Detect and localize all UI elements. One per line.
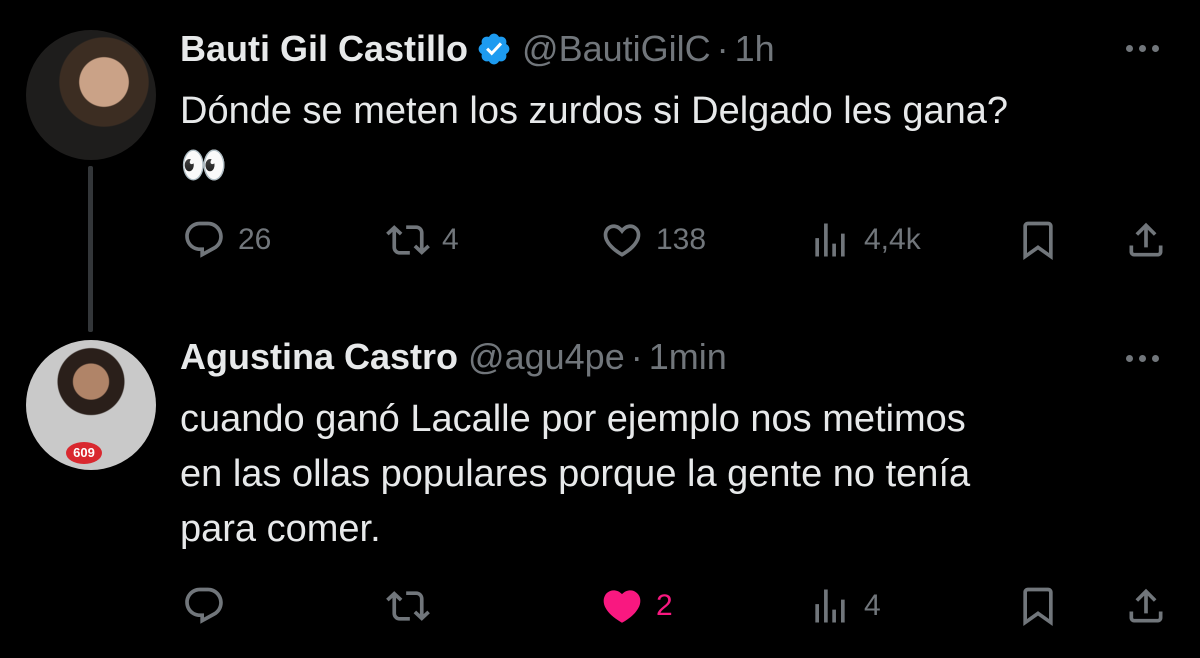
bookmark-button[interactable] [1016,218,1060,262]
share-icon [1129,222,1163,257]
share-button[interactable] [1124,584,1168,628]
author-handle[interactable]: @BautiGilC [522,28,711,70]
share-icon [1129,588,1163,623]
author-name[interactable]: Bauti Gil Castillo [180,28,468,70]
tweet-header: Agustina Castro @agu4pe · 1min [180,336,727,378]
views-button[interactable]: 4,4k [808,218,921,262]
avatar[interactable]: 609 [26,340,156,470]
like-button[interactable]: 2 [600,584,673,628]
heart-icon [603,590,641,623]
bookmark-icon [1023,587,1053,627]
like-count: 138 [656,223,707,256]
tweet-header: Bauti Gil Castillo @BautiGilC · 1h [180,28,775,70]
views-count: 4 [864,589,881,622]
tweet-text-line: 👀 [180,145,228,187]
avatar-badge: 609 [66,442,102,464]
tweet-text-line: cuando ganó Lacalle por ejemplo nos meti… [180,398,966,440]
views-button[interactable]: 4 [808,584,881,628]
views-icon [815,589,845,623]
retweet-icon [386,591,430,621]
author-name[interactable]: Agustina Castro [180,336,458,378]
tweet-time[interactable]: 1h [735,28,775,70]
author-handle[interactable]: @agu4pe [468,336,625,378]
tweet-text: Dónde se meten los zurdos si Delgado les… [180,84,1160,194]
retweet-icon [386,225,430,255]
bookmark-icon [1023,221,1053,261]
reply-icon [185,221,223,258]
tweet-text-line: para comer. [180,508,381,550]
retweet-button[interactable] [386,584,442,628]
bookmark-button[interactable] [1016,584,1060,628]
heart-icon [603,224,641,257]
more-icon[interactable] [1126,38,1170,58]
tweet-text-line: Dónde se meten los zurdos si Delgado les… [180,90,1009,132]
retweet-count: 4 [442,223,459,256]
reply-count: 26 [238,223,272,256]
tweet[interactable]: Bauti Gil Castillo @BautiGilC · 1h Dónde… [0,0,1200,332]
share-button[interactable] [1124,218,1168,262]
avatar[interactable] [26,30,156,160]
separator-dot: · [630,336,643,377]
tweet-text-line: en las ollas populares porque la gente n… [180,453,971,495]
like-button[interactable]: 138 [600,218,706,262]
tweet-actions: 26 4 138 4,4k [0,218,1200,268]
tweet-text: cuando ganó Lacalle por ejemplo nos meti… [180,392,1160,557]
like-count: 2 [656,589,673,622]
tweet[interactable]: 609 Agustina Castro @agu4pe · 1min cuand… [0,330,1200,658]
reply-button[interactable]: 26 [182,218,271,262]
separator-dot: · [716,28,729,69]
retweet-button[interactable]: 4 [386,218,459,262]
reply-icon [185,587,223,624]
views-count: 4,4k [864,223,921,256]
more-icon[interactable] [1126,348,1170,368]
reply-button[interactable] [182,584,238,628]
verified-icon [478,33,510,65]
tweet-actions: 2 4 [0,584,1200,634]
views-icon [815,223,845,257]
tweet-time[interactable]: 1min [649,336,727,378]
